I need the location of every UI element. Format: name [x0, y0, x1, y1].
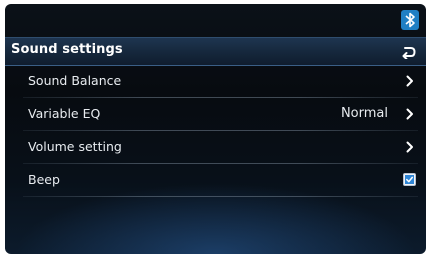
page-title: Sound settings — [11, 42, 123, 57]
menu-item-label: Volume setting — [28, 139, 122, 154]
status-bar — [5, 4, 426, 36]
menu-item-label: Variable EQ — [28, 106, 101, 121]
chevron-right-icon — [406, 141, 413, 153]
header-bar: Sound settings — [5, 37, 426, 66]
chevron-right-icon — [406, 75, 413, 87]
bluetooth-icon — [401, 10, 419, 30]
menu-item-label: Beep — [28, 172, 60, 187]
menu-item-variable-eq[interactable]: Variable EQ Normal — [5, 98, 426, 130]
screen: Sound settings Sound Balance Variable EQ… — [5, 4, 426, 254]
checkmark-icon — [405, 175, 414, 184]
back-arrow-icon[interactable] — [402, 45, 416, 59]
menu-item-label: Sound Balance — [28, 73, 122, 88]
chevron-right-icon — [406, 108, 413, 120]
beep-checkbox[interactable] — [403, 173, 416, 186]
menu-item-volume-setting[interactable]: Volume setting — [5, 131, 426, 163]
menu-item-beep[interactable]: Beep — [5, 164, 426, 196]
menu-item-value: Normal — [340, 106, 388, 121]
menu-item-sound-balance[interactable]: Sound Balance — [5, 65, 426, 97]
divider — [23, 196, 418, 197]
